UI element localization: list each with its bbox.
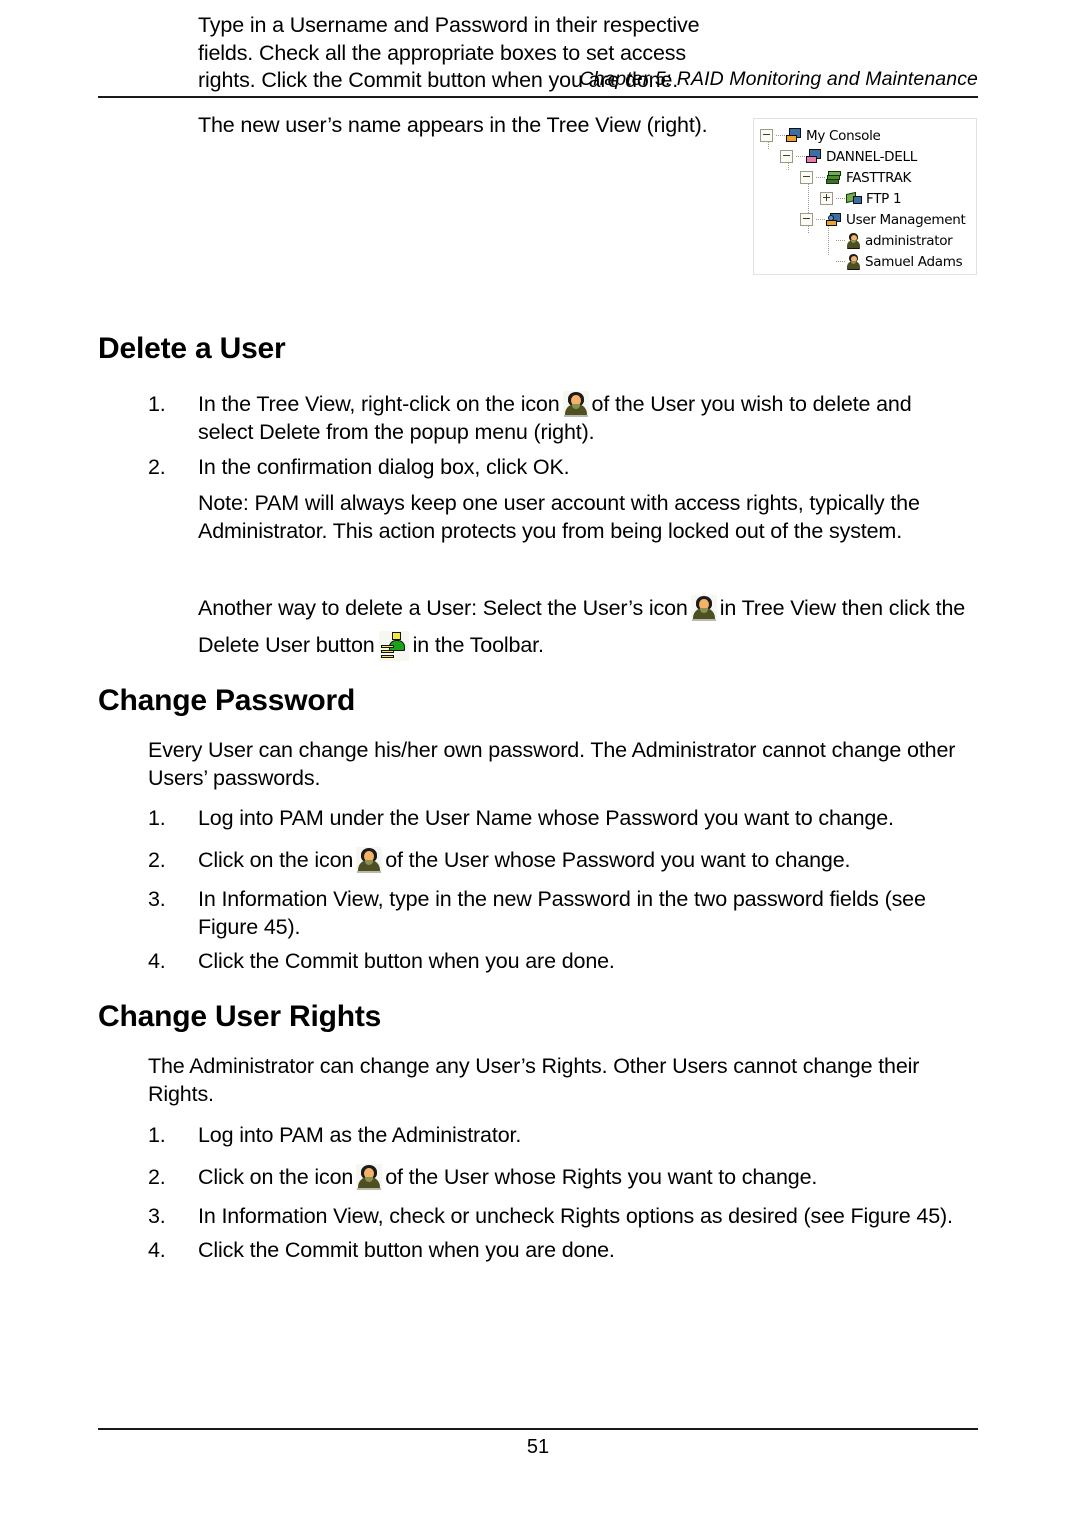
tree-node-administrator[interactable]: administrator: [820, 230, 953, 251]
tree-view-figure: My Console DANNEL-DELL FASTTRAK FTP 1 Us…: [753, 118, 977, 275]
list-item: 3. In Information View, check or uncheck…: [148, 1203, 968, 1231]
user-icon: [562, 391, 589, 417]
list-text: Click on the icon: [198, 1164, 354, 1189]
tree-node-label: administrator: [865, 232, 953, 249]
delete-user-steps: 1. In the Tree View, right-click on the …: [148, 391, 948, 482]
delete-user-alternate: Another way to delete a User: Select the…: [198, 590, 970, 663]
expander-placeholder: [820, 255, 833, 268]
intro-paragraph-2: The new user’s name appears in the Tree …: [198, 113, 708, 138]
expander-plus-icon[interactable]: [820, 192, 833, 205]
intro-paragraph-1: Type in a Username and Password in their…: [198, 13, 700, 93]
tree-node-label: FTP 1: [866, 190, 902, 207]
list-text: In the Tree View, right-click on the ico…: [198, 392, 560, 416]
expander-minus-icon[interactable]: [780, 150, 793, 163]
user-icon: [356, 1163, 383, 1190]
list-number: 3.: [148, 1204, 166, 1229]
tree-node-label: Samuel Adams: [865, 253, 963, 270]
list-text: Click on the icon: [198, 847, 354, 872]
list-item: 1. In the Tree View, right-click on the …: [148, 391, 948, 446]
console-icon: [786, 128, 802, 143]
change-user-rights-steps: 1. Log into PAM as the Administrator. 2.…: [148, 1122, 968, 1265]
user-management-icon: [826, 212, 842, 227]
list-text: of the User whose Rights you want to cha…: [385, 1164, 818, 1189]
computer-icon: [806, 149, 822, 164]
list-number: 1.: [148, 806, 166, 830]
change-user-rights-intro: The Administrator can change any User’s …: [148, 1054, 920, 1106]
footer-rule: [98, 1428, 978, 1430]
tree-connector: [816, 218, 825, 221]
page-number: 51: [526, 1436, 550, 1458]
list-number: 4.: [148, 1238, 166, 1263]
heading-change-password: Change Password: [98, 684, 356, 717]
list-item: 2. Click on the icon of the User whose Pa…: [148, 846, 978, 875]
list-text: In the confirmation dialog box, click OK…: [198, 455, 570, 480]
tree-node-ftp-1[interactable]: FTP 1: [820, 188, 902, 209]
expander-minus-icon[interactable]: [800, 213, 813, 226]
tree-connector: [836, 197, 845, 200]
delete-user-button-icon: [378, 630, 409, 661]
list-number: 2.: [148, 847, 166, 872]
list-number: 1.: [148, 392, 166, 416]
list-number: 4.: [148, 948, 166, 973]
user-icon: [846, 233, 861, 249]
list-item: 1. Log into PAM as the Administrator.: [148, 1122, 968, 1150]
expander-minus-icon[interactable]: [800, 171, 813, 184]
list-item: 1. Log into PAM under the User Name whos…: [148, 805, 978, 833]
alternate-text-after: in the Toolbar.: [412, 632, 544, 657]
list-item: 2. In the confirmation dialog box, click…: [148, 454, 948, 482]
tree-node-user-management[interactable]: User Management: [800, 209, 966, 230]
tree-node-samuel-adams[interactable]: Samuel Adams: [820, 251, 963, 272]
list-text: In Information View, type in the new Pas…: [198, 887, 926, 940]
tree-connector: [836, 239, 845, 242]
tree-node-label: My Console: [806, 127, 881, 144]
document-page: Chapter 5: RAID Monitoring and Maintenan…: [0, 0, 1080, 1529]
list-text: Click the Commit button when you are don…: [198, 1238, 615, 1263]
list-text: Log into PAM under the User Name whose P…: [198, 806, 894, 830]
user-icon: [846, 254, 861, 270]
list-item: 2. Click on the icon of the User whose Ri…: [148, 1163, 968, 1192]
raid-array-icon: [826, 170, 842, 185]
list-number: 1.: [148, 1123, 166, 1147]
list-number: 2.: [148, 1164, 166, 1189]
intro-text-block: Type in a Username and Password in their…: [198, 12, 743, 140]
tree-node-fasttrak[interactable]: FASTTRAK: [800, 167, 911, 188]
ftp-icon: [846, 191, 862, 206]
list-text: In Information View, check or uncheck Ri…: [198, 1204, 953, 1229]
tree-connector: [776, 134, 785, 137]
list-number: 2.: [148, 455, 166, 480]
change-password-intro: Every User can change his/her own passwo…: [148, 738, 956, 790]
heading-change-user-rights: Change User Rights: [98, 1000, 382, 1033]
tree-node-dannel-dell[interactable]: DANNEL-DELL: [780, 146, 917, 167]
tree-node-label: FASTTRAK: [846, 169, 912, 186]
list-text: Click the Commit button when you are don…: [198, 948, 615, 973]
expander-placeholder: [820, 234, 833, 247]
user-icon: [690, 595, 717, 621]
list-number: 3.: [148, 887, 166, 912]
list-item: 4. Click the Commit button when you are …: [148, 948, 978, 976]
list-item: 3. In Information View, type in the new …: [148, 886, 978, 941]
change-password-steps: 1. Log into PAM under the User Name whos…: [148, 805, 978, 976]
tree-node-label: DANNEL-DELL: [826, 148, 917, 165]
tree-connector: [836, 260, 845, 263]
expander-minus-icon[interactable]: [760, 129, 773, 142]
heading-delete-a-user: Delete a User: [98, 332, 286, 365]
tree-connector: [796, 155, 805, 158]
list-item: 4. Click the Commit button when you are …: [148, 1237, 968, 1265]
tree-connector: [816, 176, 825, 179]
tree-node-label: User Management: [846, 211, 966, 228]
list-text: Log into PAM as the Administrator.: [198, 1123, 522, 1147]
tree-node-my-console[interactable]: My Console: [760, 125, 881, 146]
list-text: of the User whose Password you want to c…: [385, 847, 851, 872]
delete-user-note: Note: PAM will always keep one user acco…: [198, 491, 920, 543]
alternate-text-before: Another way to delete a User: Select the…: [198, 596, 688, 620]
user-icon: [356, 846, 383, 873]
